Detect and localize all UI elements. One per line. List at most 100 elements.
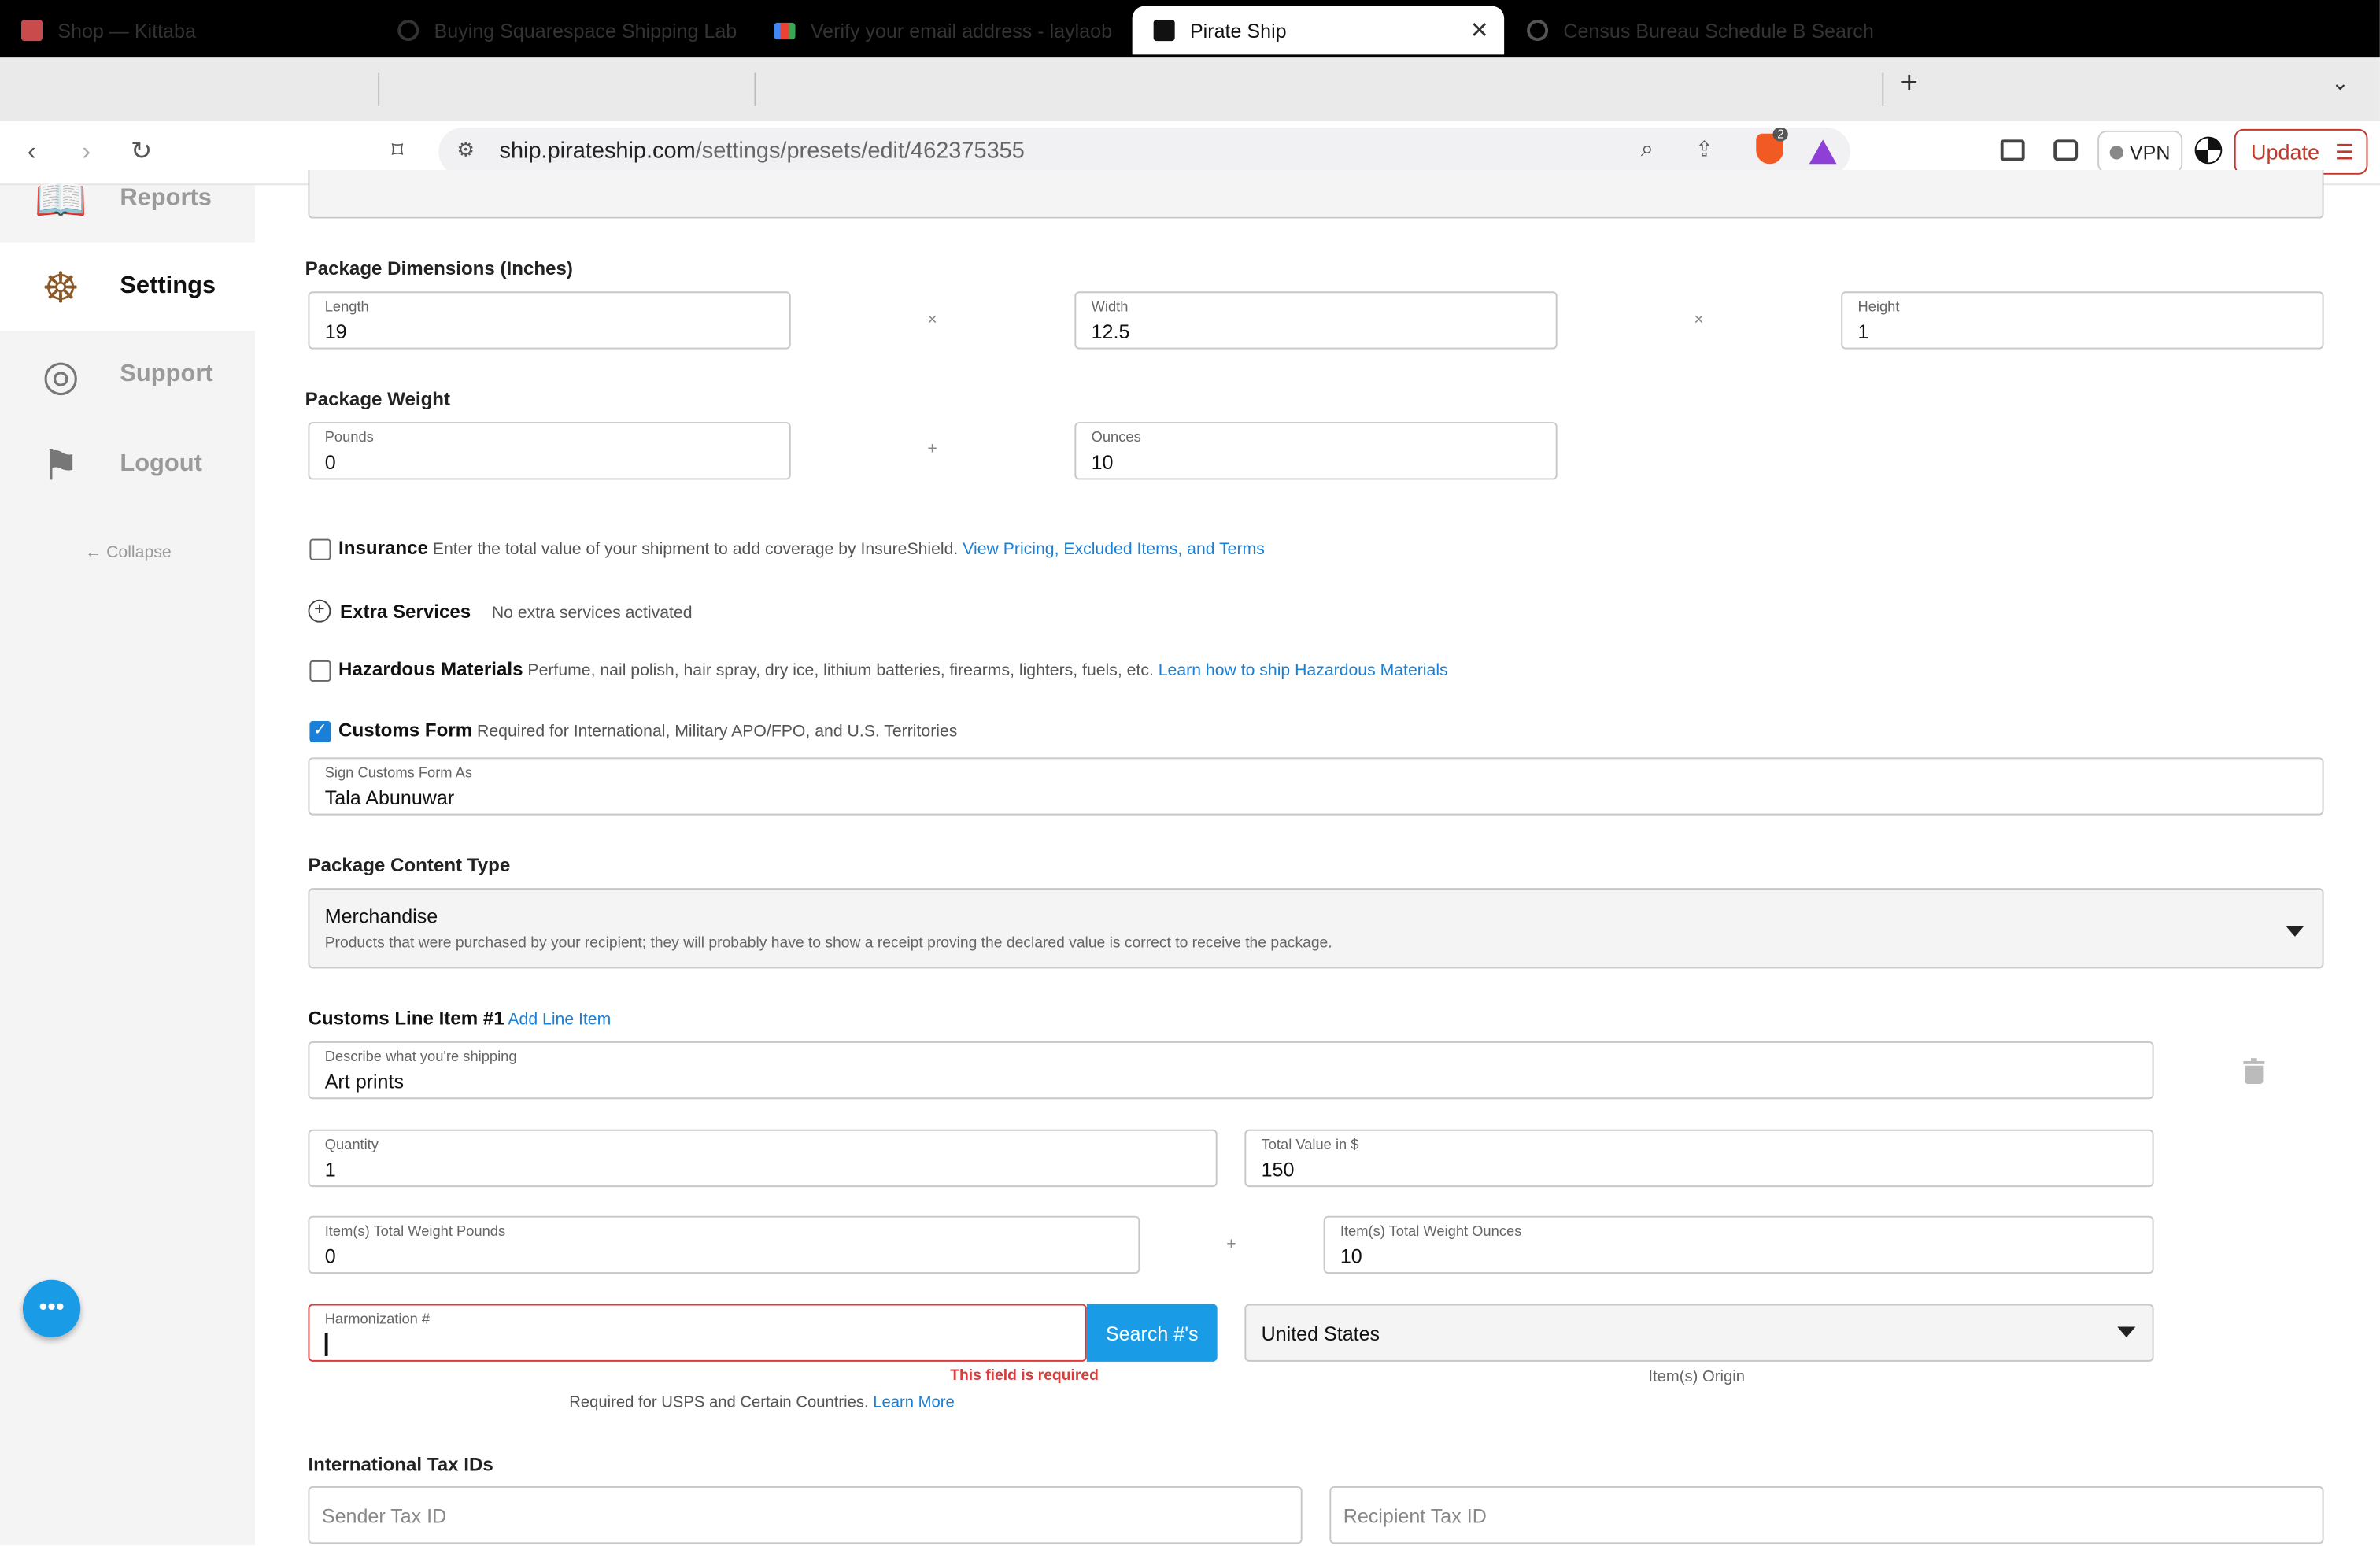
preset-edit-form: Package Dimensions (Inches) Length 19 × …: [254, 169, 2380, 1546]
tab-label: Shop — Kittaba: [57, 19, 196, 43]
previous-field-bottom: [308, 169, 2324, 219]
item-weight-ounces-field[interactable]: Item(s) Total Weight Ounces 10: [1323, 1215, 2154, 1274]
learn-more-link[interactable]: Learn More: [873, 1393, 955, 1411]
sidebar-item-logout[interactable]: ⚑ Logout: [0, 420, 255, 509]
address-bar[interactable]: ⚙ ship.pirateship.com/settings/presets/e…: [438, 127, 1850, 176]
customs-row: Customs Form Required for International,…: [338, 719, 957, 741]
ship-wheel-icon: ☸: [41, 263, 80, 311]
hazardous-learn-link[interactable]: Learn how to ship Hazardous Materials: [1159, 662, 1448, 680]
tab-label: Buying Squarespace Shipping Lab: [434, 19, 737, 43]
field-value: 0: [324, 1245, 336, 1268]
insurance-label: Insurance: [338, 537, 428, 559]
new-tab-plus-icon[interactable]: +: [1900, 67, 1918, 102]
customs-checkbox[interactable]: ✓: [309, 721, 331, 743]
collapse-sidebar-link[interactable]: ← Collapse: [85, 543, 172, 561]
item-weight-pounds-field[interactable]: Item(s) Total Weight Pounds 0: [308, 1215, 1140, 1274]
field-value: 10: [1340, 1245, 1362, 1268]
sidebar-toggle-icon[interactable]: [2000, 139, 2025, 161]
pounds-field[interactable]: Pounds 0: [308, 422, 791, 480]
weight-title: Package Weight: [305, 388, 451, 410]
reports-icon: 📖: [34, 175, 87, 223]
add-circle-icon[interactable]: +: [308, 599, 331, 623]
times-sign: ×: [1694, 311, 1704, 330]
sidebar-item-support[interactable]: ◎ Support: [0, 331, 255, 419]
update-label: Update: [2250, 139, 2320, 165]
insurance-terms-link[interactable]: View Pricing, Excluded Items, and Terms: [963, 541, 1265, 559]
field-label: Item(s) Total Weight Pounds: [324, 1223, 506, 1241]
update-button[interactable]: Update ☰: [2234, 128, 2368, 175]
harmonization-field[interactable]: Harmonization #: [308, 1304, 1087, 1362]
tab-shop[interactable]: Shop — Kittaba: [0, 6, 376, 55]
field-label: Width: [1091, 298, 1129, 316]
insurance-checkbox[interactable]: [309, 538, 331, 560]
tab-strip: [0, 57, 2380, 122]
shields-badge: 2: [1772, 127, 1789, 142]
pirate-ship-favicon-icon: [1153, 20, 1175, 42]
share-icon[interactable]: ⇪: [1695, 137, 1713, 163]
brave-rewards-icon[interactable]: [1809, 139, 1837, 165]
sender-tax-id-field[interactable]: Sender Tax ID: [308, 1486, 1303, 1544]
insurance-desc: Enter the total value of your shipment t…: [432, 540, 959, 559]
height-field[interactable]: Height 1: [1841, 291, 2324, 350]
field-value: Art prints: [324, 1070, 405, 1093]
origin-value: United States: [1261, 1322, 1380, 1345]
item-origin-select[interactable]: United States: [1244, 1304, 2154, 1362]
sidebar-item-label: Logout: [120, 450, 202, 477]
ounces-field[interactable]: Ounces 10: [1074, 422, 1558, 480]
field-value: 1: [1857, 320, 1869, 343]
content-type-value: Merchandise: [324, 904, 438, 928]
harmonization-note: Required for USPS and Certain Countries.…: [569, 1393, 955, 1411]
field-value: 19: [324, 320, 347, 343]
sidebar-item-settings[interactable]: ☸ Settings: [0, 242, 255, 331]
field-label: Pounds: [324, 429, 374, 446]
zoom-icon[interactable]: ⌕: [1641, 137, 1654, 163]
tab-divider: [754, 72, 756, 106]
quantity-field[interactable]: Quantity 1: [308, 1129, 1218, 1188]
close-icon[interactable]: ✕: [1470, 17, 1489, 44]
tab-label: Census Bureau Schedule B Search: [1563, 19, 1874, 43]
chat-support-button[interactable]: •••: [22, 1279, 81, 1338]
tax-ids-title: International Tax IDs: [308, 1454, 493, 1476]
dropdown-caret-icon: [2117, 1326, 2136, 1338]
length-field[interactable]: Length 19: [308, 291, 791, 350]
tab-pirate-ship[interactable]: Pirate Ship ✕: [1132, 6, 1505, 55]
field-label: Item(s) Total Weight Ounces: [1340, 1223, 1522, 1241]
site-settings-icon[interactable]: ⚙: [456, 138, 474, 162]
vpn-label: VPN: [2129, 140, 2171, 164]
chevron-down-icon[interactable]: ⌄: [2331, 70, 2349, 96]
line-item-title: Customs Line Item #1: [308, 1008, 504, 1030]
tab-squarespace[interactable]: Buying Squarespace Shipping Lab: [376, 6, 752, 55]
shop-favicon-icon: [20, 20, 42, 42]
field-label: Describe what you're shipping: [324, 1049, 517, 1066]
leo-ai-icon[interactable]: [2194, 136, 2223, 165]
add-line-item-link[interactable]: Add Line Item: [508, 1011, 611, 1029]
sidebar-item-reports[interactable]: 📖 Reports: [0, 155, 255, 243]
field-value: 1: [324, 1158, 336, 1182]
recipient-tax-id-field[interactable]: Recipient Tax ID: [1329, 1486, 2324, 1544]
field-label: Height: [1857, 298, 1900, 316]
field-label: Ounces: [1091, 429, 1141, 446]
squarespace-favicon-icon: [397, 20, 419, 42]
hazardous-row: Hazardous Materials Perfume, nail polish…: [338, 659, 1448, 680]
bookmark-icon[interactable]: ⌑: [392, 135, 404, 168]
total-value-field[interactable]: Total Value in $ 150: [1244, 1129, 2154, 1188]
tab-census[interactable]: Census Bureau Schedule B Search: [1506, 6, 1876, 55]
content-type-select[interactable]: Merchandise Products that were purchased…: [308, 888, 2324, 969]
sidebar: 📖 Reports ☸ Settings ◎ Support ⚑ Logout …: [0, 176, 255, 1546]
extra-services-label[interactable]: Extra Services: [340, 601, 471, 623]
describe-field[interactable]: Describe what you're shipping Art prints: [308, 1041, 2154, 1100]
tab-divider: [378, 72, 380, 106]
field-value: 0: [324, 450, 336, 474]
url-domain: ship.pirateship.com: [499, 138, 696, 165]
tab-gmail[interactable]: Verify your email address - laylaob: [753, 6, 1126, 55]
times-sign: ×: [927, 311, 937, 330]
trash-icon[interactable]: [2243, 1058, 2265, 1084]
line-item-header: Customs Line Item #1 Add Line Item: [308, 1008, 611, 1030]
vpn-button[interactable]: VPN: [2097, 130, 2183, 173]
search-hs-codes-button[interactable]: Search #'s: [1086, 1304, 1218, 1362]
insurance-row: Insurance Enter the total value of your …: [338, 538, 1265, 559]
wallet-icon[interactable]: [2053, 139, 2079, 161]
width-field[interactable]: Width 12.5: [1074, 291, 1558, 350]
sign-customs-field[interactable]: Sign Customs Form As Tala Abunuwar: [308, 757, 2324, 816]
hazardous-checkbox[interactable]: [309, 660, 331, 682]
